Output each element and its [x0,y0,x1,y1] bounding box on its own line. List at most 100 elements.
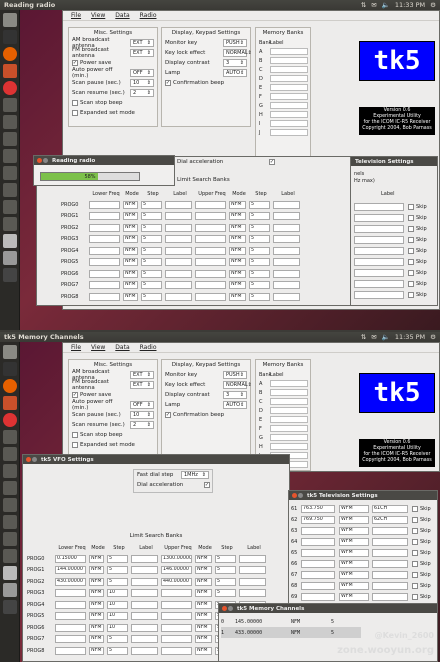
app-icon-b1[interactable] [3,430,17,444]
step-combo[interactable]: 5 [249,200,270,209]
bank-label-input[interactable] [270,57,308,64]
upper-freq-input[interactable] [195,235,226,244]
tv-label-input[interactable] [372,592,408,601]
app-icon-b2[interactable] [3,447,17,461]
mode-combo[interactable]: NFM [229,269,246,278]
tv-freq-input[interactable] [301,559,335,568]
label-input[interactable] [165,292,192,301]
software-center-icon[interactable] [3,81,17,95]
step-combo[interactable]: 10 [107,600,128,609]
skip-checkbox[interactable] [412,582,418,589]
display-checkbox[interactable]: ✓ [165,412,171,418]
tv-label-input[interactable]: 61CH [372,504,408,513]
skip-checkbox[interactable] [408,236,414,243]
label-input[interactable] [273,269,300,278]
mode-combo[interactable]: NFM [89,577,104,586]
mode-combo[interactable]: NFM [123,223,138,232]
upper-freq-input[interactable] [161,600,192,609]
upper-freq-input[interactable] [195,258,226,267]
bank-label-input[interactable] [270,434,308,441]
skip-checkbox[interactable] [412,571,418,578]
tv-label-input[interactable] [372,581,408,590]
display-combo[interactable]: AUTO ⇕ [223,401,247,409]
skip-checkbox[interactable] [412,527,418,534]
skip-checkbox[interactable] [412,505,418,512]
vfo-close-icon[interactable] [26,457,31,462]
label-input[interactable] [273,212,300,221]
step-combo[interactable]: 5 [249,212,270,221]
lower-freq-input[interactable] [89,200,120,209]
misc-combo[interactable]: 10 ⇕ [130,411,154,419]
lower-freq-input[interactable] [55,589,86,598]
misc-combo[interactable]: 2 ⇕ [130,421,154,429]
misc-combo[interactable]: OFF ⇕ [130,401,154,409]
tv-freq-input[interactable]: 763.750 [301,504,335,513]
label-input[interactable] [165,223,192,232]
tv-label-input[interactable] [372,537,408,546]
mode-combo[interactable]: NFM [195,589,212,598]
mode-combo[interactable]: NFM [229,246,246,255]
menu-view-2[interactable]: View [91,344,105,351]
app-icon-3[interactable] [3,132,17,146]
label-input[interactable] [131,577,158,586]
vfo-minimize-icon[interactable] [32,457,37,462]
skip-checkbox[interactable] [412,549,418,556]
menu-data-2[interactable]: Data [115,344,129,351]
label-input[interactable] [165,200,192,209]
lower-freq-input[interactable] [55,646,86,655]
misc-checkbox[interactable] [72,100,78,106]
tv-freq-input[interactable] [301,592,335,601]
display-combo[interactable]: NORMAL ⇕ [223,49,252,57]
bank-label-input[interactable] [270,443,308,450]
tv-label-input[interactable]: 62CH [372,515,408,524]
upper-freq-input[interactable] [161,623,192,632]
volume-icon[interactable]: 🔈 [382,1,390,9]
skip-checkbox[interactable] [408,203,414,210]
tv-label-input[interactable] [372,559,408,568]
mode-combo[interactable]: NFM [89,566,104,575]
upper-freq-input[interactable] [195,269,226,278]
label-input[interactable] [131,612,158,621]
step-combo[interactable]: 5 [249,258,270,267]
upper-freq-input[interactable] [161,589,192,598]
tv-label-input[interactable] [354,213,404,222]
tv-mode-combo[interactable]: WFM [339,515,369,524]
display-combo[interactable]: 3 ⇕ [223,59,247,67]
mode-combo[interactable]: NFM [89,635,104,644]
mode-combo[interactable]: NFM [195,646,212,655]
mode-combo[interactable]: NFM [89,554,104,563]
app-icon-b4[interactable] [3,481,17,495]
mail-icon[interactable]: ✉ [371,1,376,9]
bank-label-input[interactable] [270,48,308,55]
label-input[interactable] [273,258,300,267]
tv-freq-input[interactable] [301,570,335,579]
upper-freq-input[interactable] [195,200,226,209]
files-icon[interactable] [3,64,17,78]
upper-freq-input[interactable] [195,223,226,232]
tv-mode-combo[interactable]: WFM [339,504,369,513]
tv-label-input[interactable] [354,246,404,255]
display-combo[interactable]: NORMAL ⇕ [223,381,252,389]
skip-checkbox[interactable] [412,560,418,567]
bank-label-input[interactable] [270,84,308,91]
tv-mode-combo[interactable]: WFM [339,537,369,546]
mode-combo[interactable]: NFM [229,200,246,209]
mode-combo[interactable]: NFM [195,623,212,632]
skip-checkbox[interactable] [408,214,414,221]
drive-icon-2[interactable] [3,251,17,265]
lower-freq-input[interactable] [89,281,120,290]
memory-channel-row[interactable]: 0 145.00000 NFM 5 [221,616,361,627]
mode-combo[interactable]: NFM [229,212,246,221]
tv-label-input[interactable] [354,268,404,277]
mode-combo[interactable]: NFM [123,246,138,255]
tv-mode-combo[interactable]: WFM [339,548,369,557]
step-combo[interactable]: 5 [215,566,236,575]
step-combo[interactable]: 5 [215,554,236,563]
step-combo[interactable]: 5 [141,200,162,209]
bank-label-input[interactable] [270,425,308,432]
mode-combo[interactable]: NFM [229,292,246,301]
label-input[interactable] [273,235,300,244]
label-input[interactable] [165,235,192,244]
bank-label-input[interactable] [270,66,308,73]
display-checkbox[interactable]: ✓ [165,80,171,86]
